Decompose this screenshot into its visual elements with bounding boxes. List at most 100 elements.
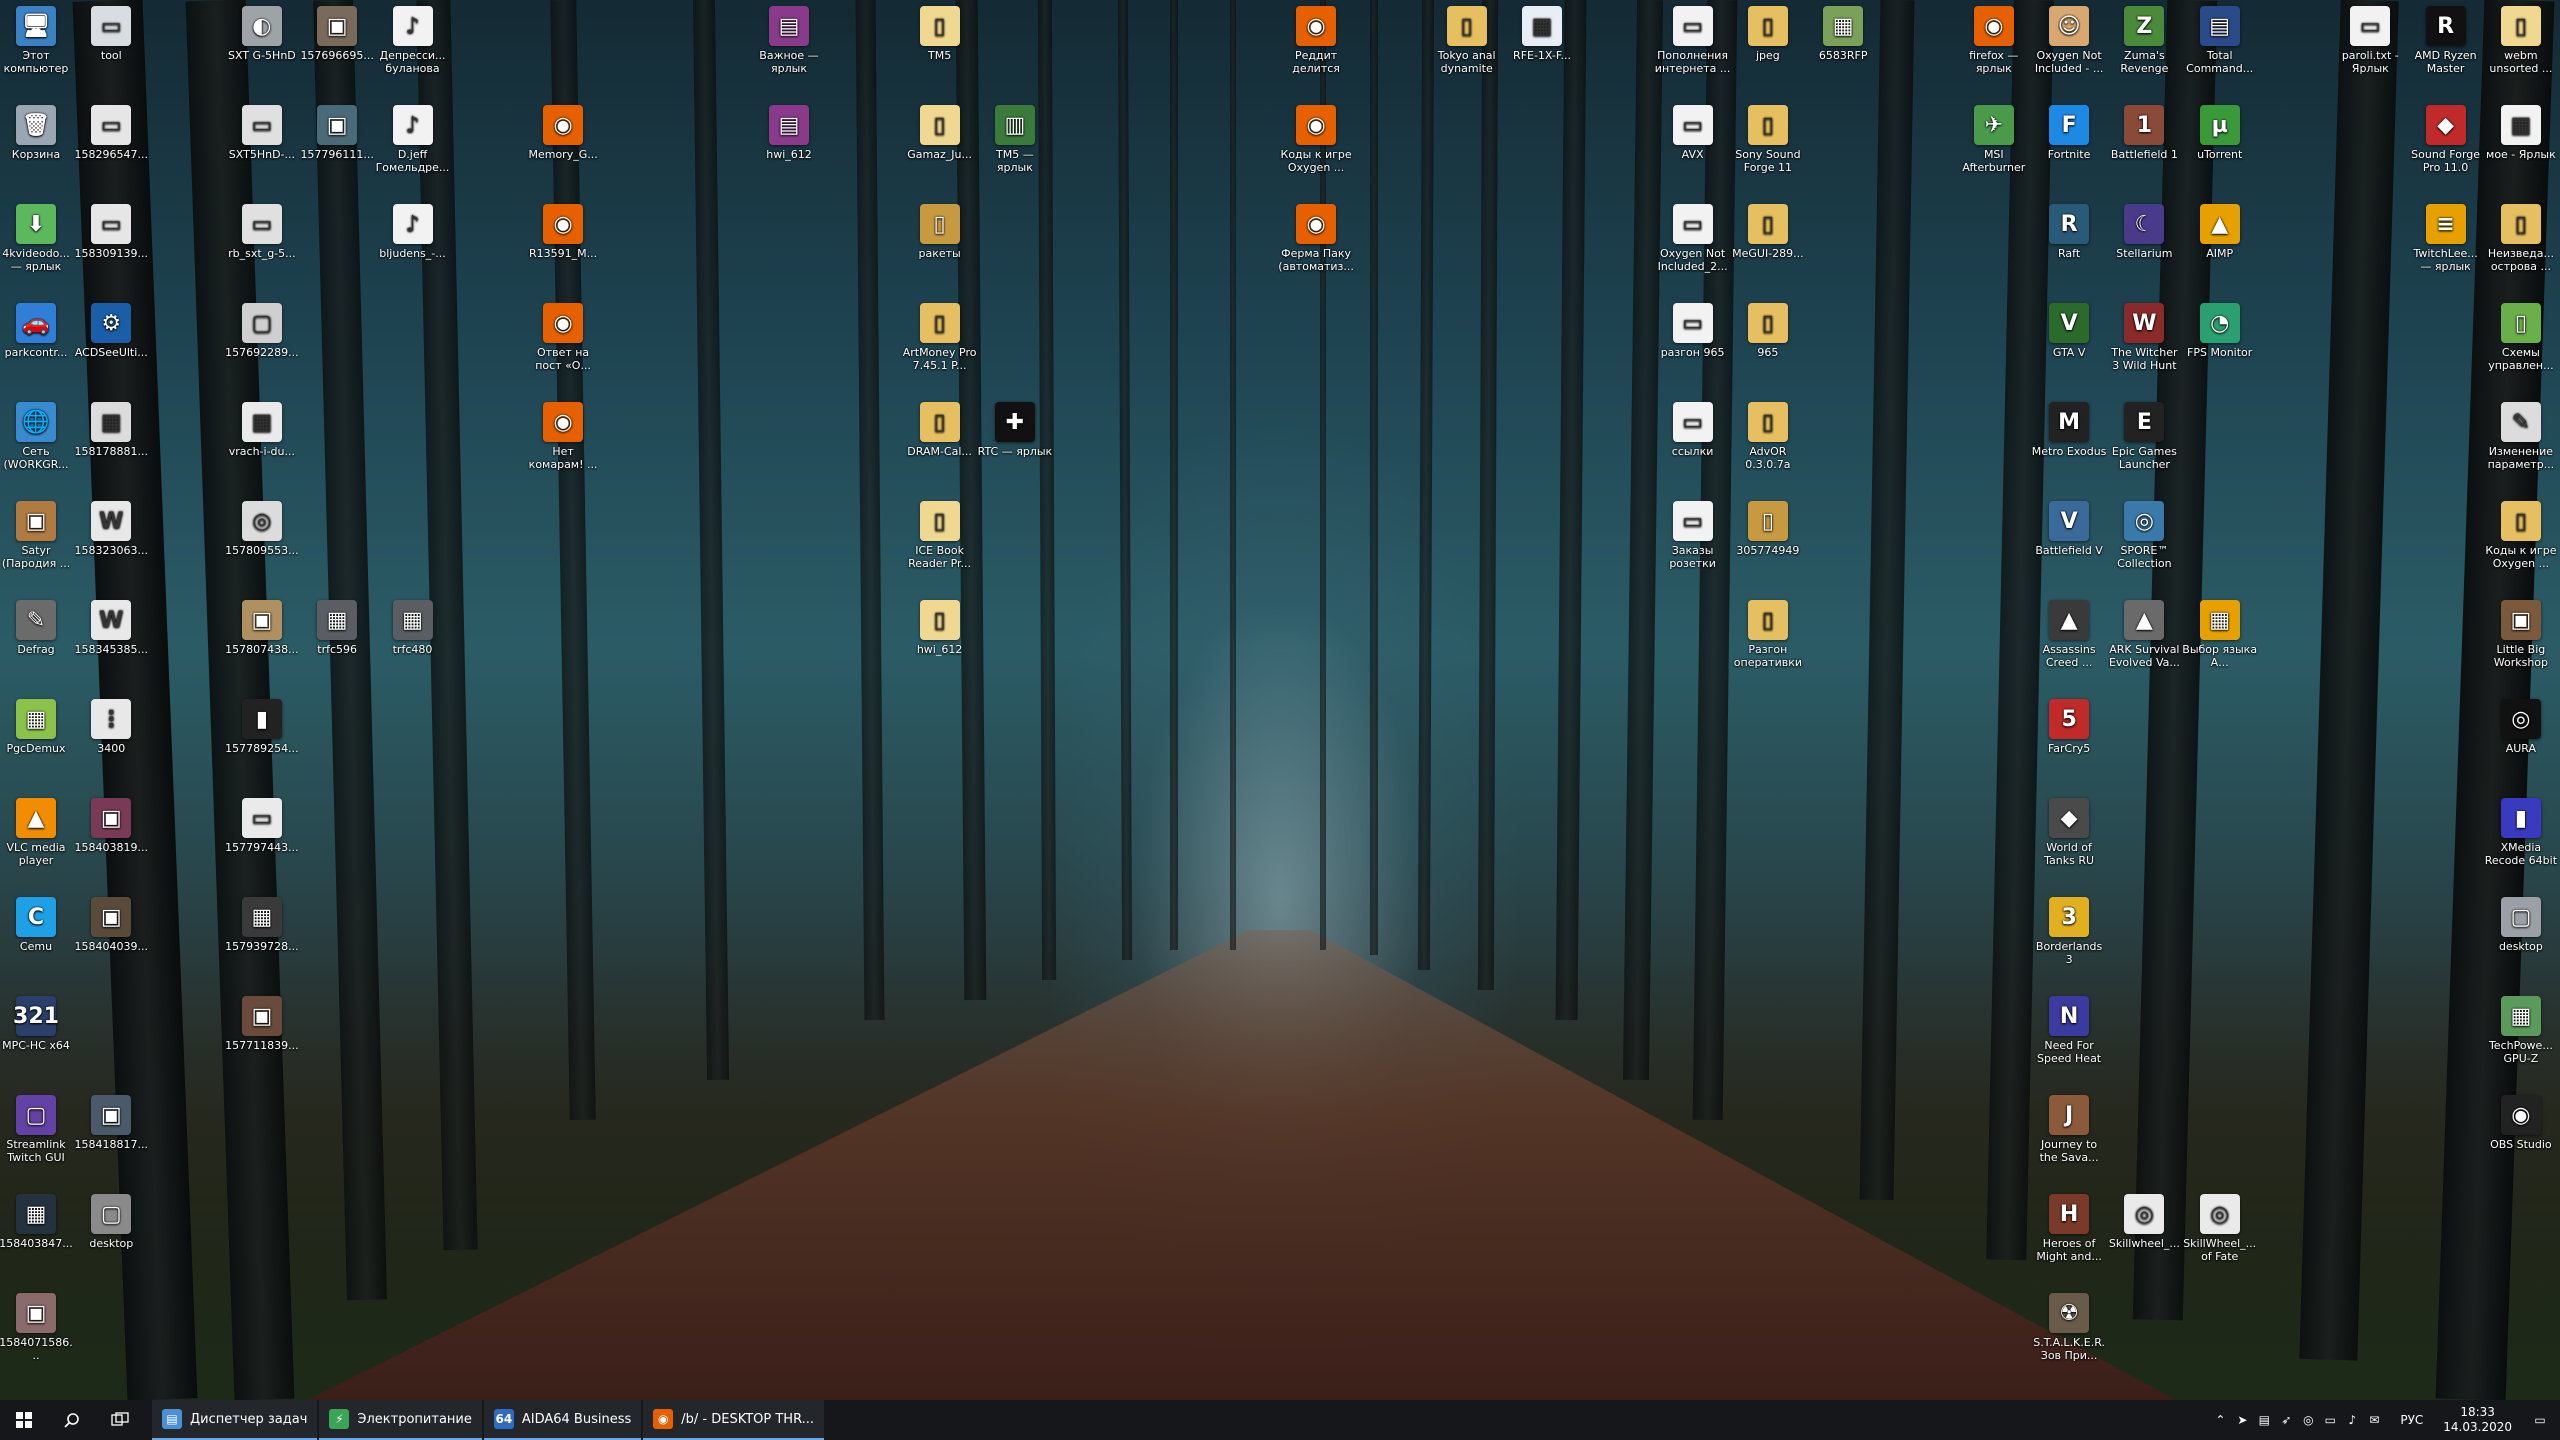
desktop-icon[interactable]: W 158345385... <box>73 598 149 656</box>
desktop-icon[interactable]: ▯ AdvOR 0.3.0.7a <box>1730 400 1806 471</box>
desktop-icon[interactable]: ▯ Gamaz_Ju... <box>902 103 978 161</box>
desktop-icon[interactable]: ▯ Неизведа... острова ... <box>2483 202 2559 273</box>
desktop-icon[interactable]: ▥ TM5 — ярлык <box>977 103 1053 174</box>
desktop-icon[interactable]: C Cemu <box>0 895 74 953</box>
desktop-icon[interactable]: ▲ AIMP <box>2182 202 2258 260</box>
taskbar-app-button[interactable]: ▤ Диспетчер задач <box>152 1400 318 1440</box>
desktop-icon[interactable]: ▣ 158403819... <box>73 796 149 854</box>
desktop-icon[interactable]: ▦ 158403847... <box>0 1192 74 1250</box>
desktop-icon[interactable]: J Journey to the Sava... <box>2031 1093 2107 1164</box>
desktop-icon[interactable]: R AMD Ryzen Master <box>2408 4 2484 75</box>
desktop-icon[interactable]: ▯ 965 <box>1730 301 1806 359</box>
desktop-icon[interactable]: ▲ Assassins Creed ... <box>2031 598 2107 669</box>
desktop-icon[interactable]: ◆ World of Tanks RU <box>2031 796 2107 867</box>
desktop-icon[interactable]: ◉ firefox — ярлык <box>1956 4 2032 75</box>
desktop-icon[interactable]: ◉ Ответ на пост «О... <box>525 301 601 372</box>
desktop-icon[interactable]: ▯ webm unsorted ... <box>2483 4 2559 75</box>
desktop-icon[interactable]: ▣ 157807438... <box>224 598 300 656</box>
network-drive-icon[interactable]: ▤ <box>2256 1412 2272 1428</box>
desktop-icon[interactable]: ✎ Defrag <box>0 598 74 656</box>
desktop-icon[interactable]: ▯ Tokyo anal dynamite <box>1429 4 1505 75</box>
desktop-icon[interactable]: ▲ ARK Survival Evolved Va... <box>2106 598 2182 669</box>
desktop-icon[interactable]: ▭ Oxygen Not Included_2... <box>1655 202 1731 273</box>
desktop-icon[interactable]: ◔ FPS Monitor <box>2182 301 2258 359</box>
desktop-icon[interactable]: ▯ ArtMoney Pro 7.45.1 P... <box>902 301 978 372</box>
desktop-icon[interactable]: ▦ Выбор языка А... <box>2182 598 2258 669</box>
desktop-icon[interactable]: ▢ Streamlink Twitch GUI <box>0 1093 74 1164</box>
desktop-icon[interactable]: ▭ paroli.txt - Ярлык <box>2332 4 2408 75</box>
desktop-icon[interactable]: ▣ 157711839... <box>224 994 300 1052</box>
steam-icon[interactable]: ◎ <box>2300 1412 2316 1428</box>
desktop-icon[interactable]: ▯ TM5 <box>902 4 978 62</box>
desktop-icon[interactable]: W The Witcher 3 Wild Hunt <box>2106 301 2182 372</box>
desktop-icon[interactable]: ◉ Реддит делится эф... <box>1278 4 1354 75</box>
desktop-icon[interactable]: ▯ 305774949 <box>1730 499 1806 557</box>
desktop-icon[interactable]: ▭ 158309139... <box>73 202 149 260</box>
notification-icon[interactable]: ✉ <box>2366 1412 2382 1428</box>
desktop-icon[interactable]: ▤ Total Command... <box>2182 4 2258 75</box>
desktop-icon[interactable]: ▯ Разгон оперативки <box>1730 598 1806 669</box>
desktop-icon[interactable]: F Fortnite <box>2031 103 2107 161</box>
desktop-icon[interactable]: ▣ 158418817... <box>73 1093 149 1151</box>
desktop-icon[interactable]: ▭ разгон 965 <box>1655 301 1731 359</box>
desktop-icon[interactable]: ▭ Заказы розетки <box>1655 499 1731 570</box>
desktop-icon[interactable]: ▭ SXT5HnD-... <box>224 103 300 161</box>
desktop-icon[interactable]: ▦ 6583RFP <box>1805 4 1881 62</box>
desktop-icon[interactable]: Z Zuma's Revenge <box>2106 4 2182 75</box>
desktop-icon[interactable]: ⬇ 4kvideodo... — ярлык <box>0 202 74 273</box>
desktop-icon[interactable]: ▯ hwi_612 <box>902 598 978 656</box>
desktop-icon[interactable]: ◉ OBS Studio <box>2483 1093 2559 1151</box>
desktop-icon[interactable]: ☾ Stellarium <box>2106 202 2182 260</box>
desktop-icon[interactable]: ▲ VLC media player <box>0 796 74 867</box>
desktop-icon[interactable]: ◉ Memory_G... <box>525 103 601 161</box>
desktop-icon[interactable]: M Metro Exodus <box>2031 400 2107 458</box>
desktop-icon[interactable]: V Battlefield V <box>2031 499 2107 557</box>
desktop-icon[interactable]: ▯ ICE Book Reader Pr... <box>902 499 978 570</box>
cursor-icon[interactable]: ➶ <box>2278 1412 2294 1428</box>
desktop-icon[interactable]: 1 Battlefield 1 <box>2106 103 2182 161</box>
desktop-icon[interactable]: ▭ ссылки <box>1655 400 1731 458</box>
search-button[interactable] <box>48 1400 96 1440</box>
desktop-icon[interactable]: ▦ RFE-1X-F... <box>1504 4 1580 62</box>
desktop-icon[interactable]: ◉ R13591_M... <box>525 202 601 260</box>
desktop-icon[interactable]: ▦ trfc596 <box>299 598 375 656</box>
desktop-icon[interactable]: 321 MPC-HC x64 <box>0 994 74 1052</box>
desktop-icon[interactable]: E Epic Games Launcher <box>2106 400 2182 471</box>
desktop-icon[interactable]: ▢ 157692289... <box>224 301 300 359</box>
desktop-icon[interactable]: ▢ desktop <box>73 1192 149 1250</box>
desktop-icon[interactable]: ⋮ 3400 <box>73 697 149 755</box>
desktop-icon[interactable]: ◉ Ферма Паку (автоматиз... <box>1278 202 1354 273</box>
desktop-icon[interactable]: N Need For Speed Heat <box>2031 994 2107 1065</box>
desktop-icon[interactable]: ◎ AURA <box>2483 697 2559 755</box>
desktop-icon[interactable]: 🖥 Этот компьютер <box>0 4 74 75</box>
desktop-icon[interactable]: 3 Borderlands 3 <box>2031 895 2107 966</box>
desktop-icon[interactable]: ▯ Коды к игре Oxygen ... <box>2483 499 2559 570</box>
desktop-icon[interactable]: ▣ 157696695... <box>299 4 375 62</box>
start-button[interactable] <box>0 1400 48 1440</box>
desktop-icon[interactable]: 🗑 Корзина <box>0 103 74 161</box>
volume-icon[interactable]: ♪ <box>2344 1412 2360 1428</box>
desktop-icon[interactable]: ✈ MSI Afterburner <box>1956 103 2032 174</box>
desktop-icon[interactable]: ▭ tool <box>73 4 149 62</box>
desktop-icon[interactable]: ◎ 157809553... <box>224 499 300 557</box>
desktop-icon[interactable]: ☺ Oxygen Not Included - ... <box>2031 4 2107 75</box>
desktop-icon[interactable]: ♪ bljudens_-... <box>375 202 451 260</box>
desktop-icon[interactable]: ▯ Sony Sound Forge 11 <box>1730 103 1806 174</box>
desktop-icon[interactable]: ▦ 157939728... <box>224 895 300 953</box>
desktop-icon[interactable]: ▦ PgcDemux <box>0 697 74 755</box>
taskbar-app-button[interactable]: ◉ /b/ - DESKTOP THR... <box>643 1400 825 1440</box>
desktop-icon[interactable]: ◎ SPORE™ Collection <box>2106 499 2182 570</box>
desktop-icon[interactable]: 🌐 Сеть (WORKGR... <box>0 400 74 471</box>
desktop-icon[interactable]: ✎ Изменение параметр... <box>2483 400 2559 471</box>
display-icon[interactable]: ▭ <box>2322 1412 2338 1428</box>
desktop-icon[interactable]: ▦ vrach-i-du... <box>224 400 300 458</box>
desktop-icon[interactable]: ▭ 157797443... <box>224 796 300 854</box>
desktop-icon[interactable]: ▭ AVX <box>1655 103 1731 161</box>
desktop-icon[interactable]: ▭ rb_sxt_g-5... <box>224 202 300 260</box>
desktop-icon[interactable]: ◎ Skillwheel_... <box>2106 1192 2182 1250</box>
desktop-icon[interactable]: ▯ jpeg <box>1730 4 1806 62</box>
task-view-button[interactable] <box>96 1400 144 1440</box>
desktop-icon[interactable]: 🚗 parkcontr... <box>0 301 74 359</box>
chevron-up-icon[interactable]: ⌃ <box>2212 1412 2228 1428</box>
language-indicator[interactable]: РУС <box>2400 1413 2423 1427</box>
